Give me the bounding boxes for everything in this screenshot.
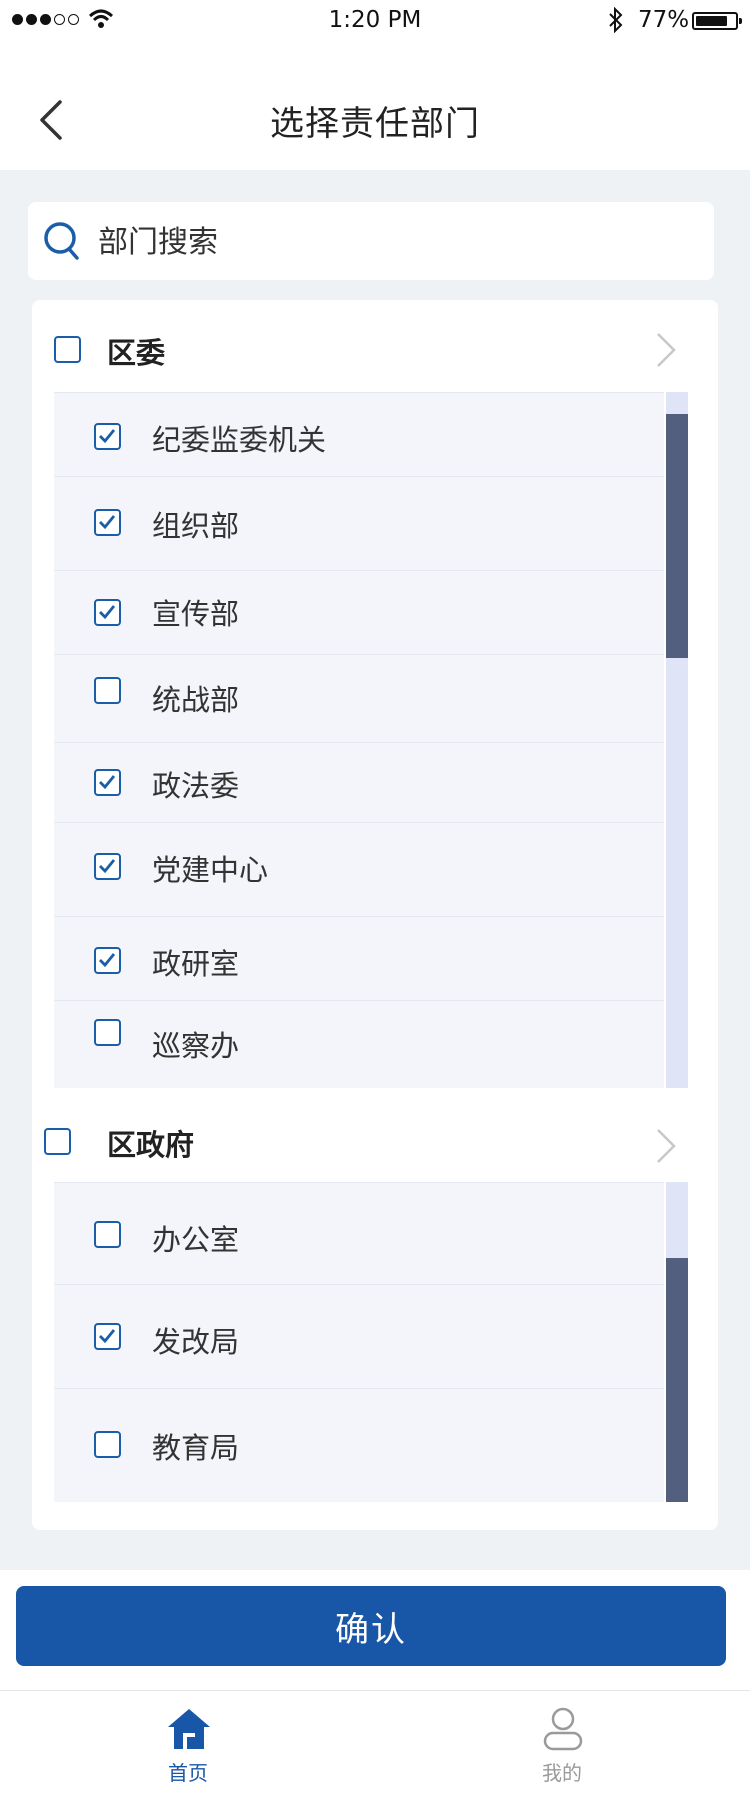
sub-department-list: 纪委监委机关 组织部 宣传部 统战部 政法委 党建中心 政研室 巡察办 <box>54 392 664 1088</box>
nav-bar: 选择责任部门 <box>0 40 750 170</box>
list-item[interactable]: 宣传部 <box>54 570 664 655</box>
item-checkbox[interactable] <box>94 769 121 796</box>
list-item[interactable]: 纪委监委机关 <box>54 392 664 477</box>
item-checkbox[interactable] <box>94 947 121 974</box>
item-checkbox[interactable] <box>94 1431 121 1458</box>
status-bar: 1:20 PM 77% <box>0 0 750 40</box>
search-input[interactable] <box>96 214 660 270</box>
item-label: 组织部 <box>152 509 240 543</box>
tab-label: 首页 <box>168 1761 208 1785</box>
item-label: 办公室 <box>152 1223 240 1257</box>
item-checkbox[interactable] <box>94 1221 121 1248</box>
tab-home[interactable]: 首页 <box>88 1691 288 1797</box>
item-label: 教育局 <box>152 1431 240 1465</box>
group-header-qu-wei[interactable]: 区委 <box>32 300 718 396</box>
tab-profile[interactable]: 我的 <box>462 1691 662 1797</box>
group-checkbox[interactable] <box>54 336 81 363</box>
home-icon <box>168 1709 210 1749</box>
department-panel: 区委 纪委监委机关 组织部 宣传部 统战部 政法委 党建中心 政研室 巡察办 区… <box>32 300 718 1530</box>
sub-department-list: 办公室 发改局 教育局 <box>54 1182 664 1502</box>
group-header-qu-zheng-fu[interactable]: 区政府 <box>32 1088 718 1184</box>
group-label: 区政府 <box>107 1128 195 1162</box>
battery-percent: 77% <box>638 7 690 33</box>
list-item[interactable]: 政法委 <box>54 742 664 823</box>
scrollbar[interactable] <box>666 392 688 1088</box>
item-label: 发改局 <box>152 1325 240 1359</box>
bluetooth-icon <box>609 6 623 34</box>
item-checkbox[interactable] <box>94 677 121 704</box>
list-item[interactable]: 政研室 <box>54 916 664 1001</box>
page-title: 选择责任部门 <box>270 104 480 144</box>
item-checkbox[interactable] <box>94 1019 121 1046</box>
group-checkbox[interactable] <box>44 1128 71 1155</box>
battery-icon <box>692 12 742 30</box>
list-item[interactable]: 办公室 <box>54 1182 664 1285</box>
user-icon <box>543 1707 583 1751</box>
list-item[interactable]: 教育局 <box>54 1388 664 1502</box>
item-checkbox[interactable] <box>94 423 121 450</box>
item-label: 党建中心 <box>152 853 269 887</box>
group-label: 区委 <box>107 336 166 370</box>
list-item[interactable]: 党建中心 <box>54 822 664 917</box>
list-item[interactable]: 统战部 <box>54 654 664 743</box>
item-label: 统战部 <box>152 683 240 717</box>
list-item[interactable]: 发改局 <box>54 1284 664 1389</box>
item-label: 宣传部 <box>152 597 240 631</box>
item-label: 巡察办 <box>152 1029 240 1063</box>
chevron-right-icon[interactable] <box>654 330 678 370</box>
scrollbar[interactable] <box>666 1182 688 1502</box>
item-checkbox[interactable] <box>94 1323 121 1350</box>
tab-bar: 首页 我的 <box>0 1690 750 1797</box>
confirm-button[interactable]: 确认 <box>16 1586 726 1666</box>
item-label: 政研室 <box>152 947 240 981</box>
item-label: 纪委监委机关 <box>152 423 327 457</box>
item-label: 政法委 <box>152 769 240 803</box>
scrollbar-thumb[interactable] <box>666 414 688 658</box>
scrollbar-thumb[interactable] <box>666 1258 688 1502</box>
search-icon <box>44 222 79 260</box>
item-checkbox[interactable] <box>94 509 121 536</box>
chevron-right-icon[interactable] <box>654 1126 678 1166</box>
tab-label: 我的 <box>542 1761 582 1785</box>
search-bar[interactable] <box>28 202 714 280</box>
item-checkbox[interactable] <box>94 853 121 880</box>
list-item[interactable]: 巡察办 <box>54 1000 664 1088</box>
item-checkbox[interactable] <box>94 599 121 626</box>
list-item[interactable]: 组织部 <box>54 476 664 571</box>
